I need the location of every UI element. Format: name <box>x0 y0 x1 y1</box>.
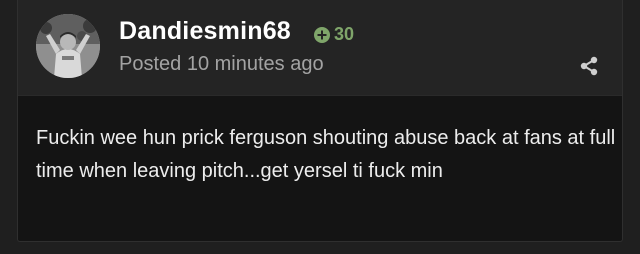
reputation-count: 30 <box>334 24 355 44</box>
post-content: Fuckin wee hun prick ferguson shouting a… <box>36 127 616 182</box>
plus-circle-icon <box>314 26 330 43</box>
share-icon[interactable] <box>579 56 599 76</box>
username-link[interactable]: Dandiesmin68 <box>119 17 291 46</box>
forum-post: Dandiesmin68 30 Posted 10 minutes ago Fu… <box>17 0 623 242</box>
avatar-photo-icon <box>36 14 100 78</box>
post-header: Dandiesmin68 30 Posted 10 minutes ago <box>18 0 622 96</box>
reputation-badge: 30 <box>314 24 354 45</box>
user-avatar[interactable] <box>36 14 100 78</box>
post-timestamp[interactable]: Posted 10 minutes ago <box>119 53 324 76</box>
